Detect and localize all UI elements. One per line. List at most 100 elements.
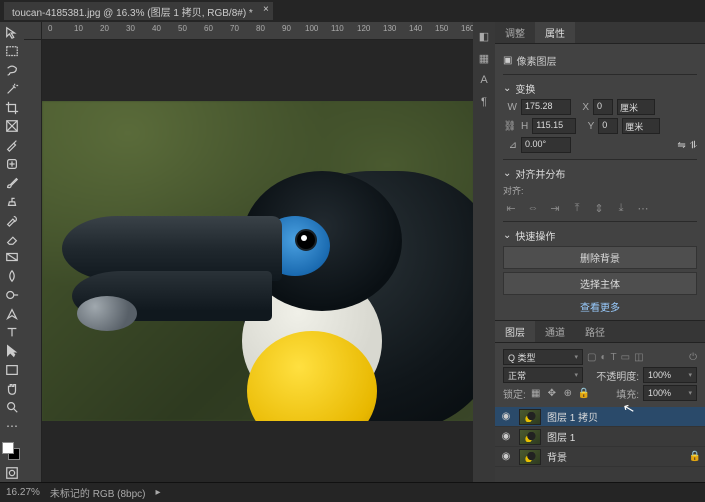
paragraph-panel-icon[interactable]: ¶	[476, 94, 492, 110]
layer-row[interactable]: ◉ 背景 🔒	[495, 447, 705, 467]
layer-name[interactable]: 图层 1 拷贝	[547, 409, 598, 424]
align-right-icon[interactable]: ⇥	[547, 201, 563, 215]
rectangle-tool[interactable]	[0, 361, 24, 379]
height-field[interactable]: 115.15	[532, 118, 576, 134]
hand-tool[interactable]	[0, 380, 24, 398]
filter-shape-icon[interactable]: ▭	[621, 352, 630, 363]
align-left-icon[interactable]: ⇤	[503, 201, 519, 215]
healing-tool[interactable]	[0, 155, 24, 173]
color-panel-icon[interactable]: ◧	[476, 28, 492, 44]
tab-paths[interactable]: 路径	[575, 321, 615, 342]
visibility-toggle-icon[interactable]: ◉	[499, 431, 513, 442]
eyedropper-tool[interactable]	[0, 136, 24, 154]
align-top-icon[interactable]: ⤒	[569, 201, 585, 215]
layer-name[interactable]: 背景	[547, 449, 567, 464]
tab-adjustments[interactable]: 调整	[495, 22, 535, 43]
marquee-tool[interactable]	[0, 43, 24, 61]
align-section-header[interactable]: ⌄ 对齐并分布	[503, 166, 697, 181]
align-sublabel: 对齐:	[503, 184, 697, 197]
lock-pixels-icon[interactable]: ▦	[530, 388, 542, 399]
vertical-ruler[interactable]	[24, 40, 42, 482]
zoom-tool[interactable]	[0, 398, 24, 416]
dodge-tool[interactable]	[0, 286, 24, 304]
layer-name[interactable]: 图层 1	[547, 429, 575, 444]
magic-wand-tool[interactable]	[0, 80, 24, 98]
move-tool[interactable]	[0, 24, 24, 42]
tab-properties[interactable]: 属性	[535, 22, 575, 43]
align-vcenter-icon[interactable]: ⇕	[591, 201, 607, 215]
path-select-tool[interactable]	[0, 342, 24, 360]
eraser-tool[interactable]	[0, 230, 24, 248]
crop-tool[interactable]	[0, 99, 24, 117]
brush-tool[interactable]	[0, 174, 24, 192]
flip-horizontal-icon[interactable]: ⇋	[677, 140, 685, 151]
layer-row[interactable]: ◉ 图层 1	[495, 427, 705, 447]
width-field[interactable]: 175.28	[521, 99, 571, 115]
doc-info[interactable]: 未标记的 RGB (8bpc)	[50, 485, 146, 500]
quick-section-header[interactable]: ⌄ 快速操作	[503, 228, 697, 243]
color-swatches[interactable]	[0, 440, 24, 464]
height-label: H	[521, 121, 528, 132]
tab-channels[interactable]: 通道	[535, 321, 575, 342]
see-more-link[interactable]: 查看更多	[503, 299, 697, 314]
remove-background-button[interactable]: 删除背景	[503, 246, 697, 269]
swatches-panel-icon[interactable]: ▦	[476, 50, 492, 66]
filter-toggle-icon[interactable]: ⏻	[689, 352, 697, 363]
filter-pixel-icon[interactable]: ▢	[587, 352, 596, 363]
filter-smart-icon[interactable]: ◫	[634, 352, 643, 363]
lock-artboard-icon[interactable]: ⊕	[562, 388, 574, 399]
close-tab-icon[interactable]: ×	[263, 4, 269, 15]
angle-field[interactable]: 0.00°	[521, 137, 571, 153]
layer-row[interactable]: ◉ 图层 1 拷贝	[495, 407, 705, 427]
y-field[interactable]: 0	[598, 118, 618, 134]
layer-filter-type[interactable]: Q 类型▾	[503, 349, 583, 365]
distribute-more-icon[interactable]: ⋯	[635, 201, 651, 215]
tab-layers[interactable]: 图层	[495, 321, 535, 342]
canvas-image[interactable]	[42, 101, 473, 421]
history-brush-tool[interactable]	[0, 211, 24, 229]
horizontal-ruler[interactable]: 0 10 20 30 40 50 60 70 80 90 100 110 120…	[42, 22, 473, 40]
ruler-tick: 150	[435, 24, 448, 33]
layer-thumbnail[interactable]	[519, 449, 541, 465]
lock-position-icon[interactable]: ✥	[546, 388, 558, 399]
quick-mask-toggle[interactable]	[0, 464, 24, 482]
select-subject-button[interactable]: 选择主体	[503, 272, 697, 295]
document-tab-title: toucan-4185381.jpg @ 16.3% (图层 1 拷贝, RGB…	[12, 8, 253, 19]
document-tab[interactable]: toucan-4185381.jpg @ 16.3% (图层 1 拷贝, RGB…	[4, 2, 273, 20]
properties-tabs: 调整 属性	[495, 22, 705, 44]
lock-all-icon[interactable]: 🔒	[578, 388, 590, 399]
foreground-color-swatch[interactable]	[2, 442, 14, 454]
type-panel-icon[interactable]: A	[476, 72, 492, 88]
properties-panel: ▣ 像素图层 ⌄ 变换 W 175.28 X 0 厘米	[495, 44, 705, 320]
chevron-right-icon[interactable]: ▸	[156, 487, 161, 498]
frame-tool[interactable]	[0, 118, 24, 136]
fill-field[interactable]: 100%▾	[643, 385, 697, 401]
visibility-toggle-icon[interactable]: ◉	[499, 451, 513, 462]
lasso-tool[interactable]	[0, 61, 24, 79]
type-tool[interactable]	[0, 324, 24, 342]
width-label: W	[503, 102, 517, 113]
zoom-readout[interactable]: 16.27%	[6, 487, 40, 498]
opacity-field[interactable]: 100%▾	[643, 367, 697, 383]
link-wh-icon[interactable]: ⛓	[503, 121, 517, 132]
layer-thumbnail[interactable]	[519, 409, 541, 425]
edit-toolbar[interactable]: ⋯	[0, 417, 24, 435]
layer-thumbnail[interactable]	[519, 429, 541, 445]
blur-tool[interactable]	[0, 267, 24, 285]
ruler-tick: 50	[178, 24, 187, 33]
height-unit[interactable]: 厘米	[622, 118, 660, 134]
visibility-toggle-icon[interactable]: ◉	[499, 411, 513, 422]
transform-section-header[interactable]: ⌄ 变换	[503, 81, 697, 96]
filter-type-icon[interactable]: T	[611, 352, 617, 363]
align-hcenter-icon[interactable]: ⇔	[525, 201, 541, 215]
blend-mode-select[interactable]: 正常▾	[503, 367, 583, 383]
width-unit[interactable]: 厘米	[617, 99, 655, 115]
gradient-tool[interactable]	[0, 249, 24, 267]
clone-stamp-tool[interactable]	[0, 192, 24, 210]
pen-tool[interactable]	[0, 305, 24, 323]
filter-adjust-icon[interactable]: ◐	[600, 352, 606, 363]
ruler-tick: 110	[331, 24, 344, 33]
align-bottom-icon[interactable]: ⤓	[613, 201, 629, 215]
x-field[interactable]: 0	[593, 99, 613, 115]
flip-vertical-icon[interactable]: ⥮	[690, 140, 697, 151]
